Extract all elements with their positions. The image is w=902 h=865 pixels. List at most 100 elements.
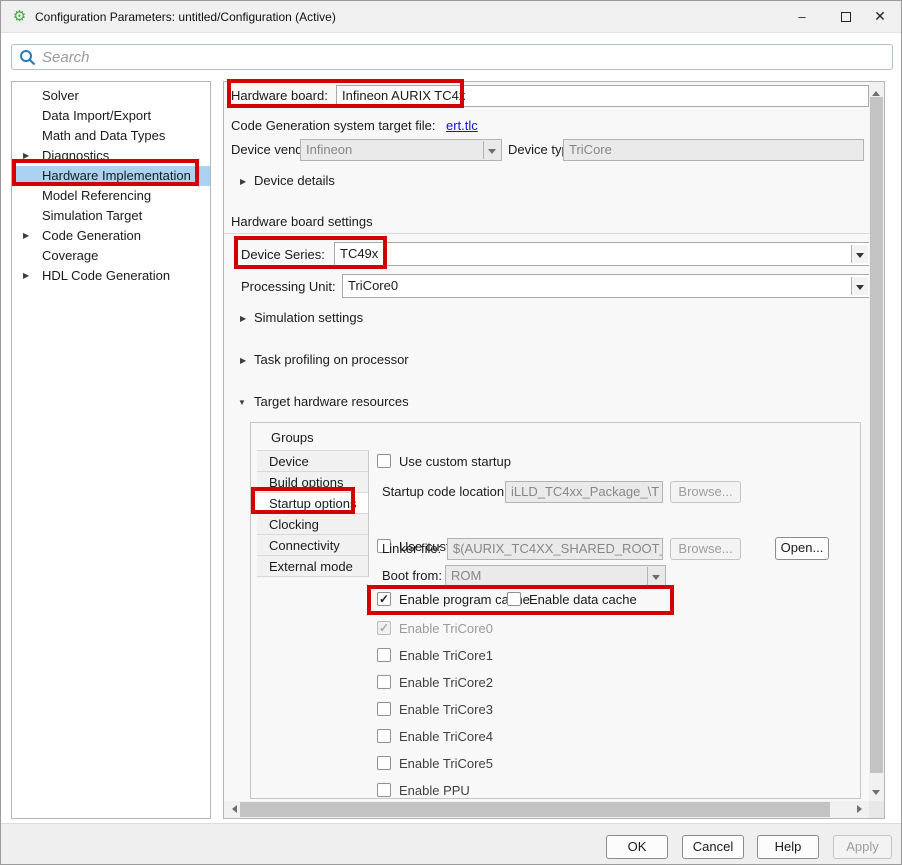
sidebar-item-hdl-code-generation[interactable]: ▶HDL Code Generation bbox=[12, 266, 210, 286]
sidebar-item-label: Code Generation bbox=[42, 226, 141, 246]
ok-button[interactable]: OK bbox=[606, 835, 668, 859]
checkbox-label: Enable TriCore2 bbox=[399, 675, 493, 691]
cancel-button[interactable]: Cancel bbox=[682, 835, 744, 859]
scroll-down-arrow[interactable] bbox=[869, 784, 884, 799]
checkbox-row-enable-tricore2: Enable TriCore2 bbox=[377, 675, 677, 691]
device-type-field: TriCore bbox=[563, 139, 864, 161]
sidebar-item-label: Coverage bbox=[42, 246, 98, 266]
group-item-device[interactable]: Device bbox=[257, 451, 369, 472]
checkbox-label: Enable PPU bbox=[399, 783, 470, 799]
collapse-arrow-icon[interactable]: ▼ bbox=[238, 398, 246, 407]
sidebar-item-label: Solver bbox=[42, 86, 79, 106]
group-item-connectivity[interactable]: Connectivity bbox=[257, 535, 369, 556]
linker-file-field: $(AURIX_TC4XX_SHARED_ROOT_I bbox=[447, 538, 663, 560]
groups-list: DeviceBuild optionsStartup optionsClocki… bbox=[257, 450, 369, 577]
vertical-scrollbar[interactable] bbox=[869, 82, 884, 801]
boot-from-dropdown: ROM bbox=[445, 565, 666, 587]
help-button[interactable]: Help bbox=[757, 835, 819, 859]
sidebar-item-model-referencing[interactable]: Model Referencing bbox=[12, 186, 210, 206]
enable-ppu-checkbox[interactable] bbox=[377, 783, 391, 797]
sidebar-item-label: Diagnostics bbox=[42, 146, 109, 166]
sidebar-item-label: Simulation Target bbox=[42, 206, 142, 226]
expand-arrow-icon[interactable]: ▶ bbox=[240, 356, 246, 365]
configuration-parameters-window: ⚙ Configuration Parameters: untitled/Con… bbox=[0, 0, 902, 865]
simulation-settings-section[interactable]: Simulation settings bbox=[254, 310, 363, 325]
system-target-file-label: Code Generation system target file: bbox=[231, 118, 436, 133]
checkbox-row-enable-tricore4: Enable TriCore4 bbox=[377, 729, 677, 745]
sidebar-item-coverage[interactable]: Coverage bbox=[12, 246, 210, 266]
sidebar-item-simulation-target[interactable]: Simulation Target bbox=[12, 206, 210, 226]
scroll-right-arrow[interactable] bbox=[852, 802, 866, 816]
vertical-scrollbar-thumb[interactable] bbox=[870, 97, 883, 773]
group-item-clocking[interactable]: Clocking bbox=[257, 514, 369, 535]
hardware-board-field[interactable]: Infineon AURIX TC4x bbox=[336, 85, 869, 107]
browse-startup-button: Browse... bbox=[670, 481, 741, 503]
checkbox-row-enable-tricore5: Enable TriCore5 bbox=[377, 756, 677, 772]
processing-unit-label: Processing Unit: bbox=[241, 279, 336, 294]
hardware-board-settings-title: Hardware board settings bbox=[231, 214, 373, 229]
groups-title: Groups bbox=[271, 430, 314, 445]
maximize-button[interactable] bbox=[829, 1, 863, 32]
sidebar-item-hardware-implementation[interactable]: Hardware Implementation bbox=[12, 166, 210, 186]
enable-data-cache-checkbox[interactable] bbox=[507, 592, 521, 606]
group-item-build-options[interactable]: Build options bbox=[257, 472, 369, 493]
chevron-down-icon bbox=[483, 141, 500, 159]
sidebar-item-code-generation[interactable]: ▶ Code Generation bbox=[12, 226, 210, 246]
expand-arrow-icon[interactable]: ▶ bbox=[240, 177, 246, 186]
startup-code-location-field: iLLD_TC4xx_Package_\T bbox=[505, 481, 663, 503]
enable-program-cache-checkbox[interactable] bbox=[377, 592, 391, 606]
minimize-button[interactable]: – bbox=[785, 1, 819, 32]
boot-from-label: Boot from: bbox=[382, 568, 442, 583]
use-custom-startup-checkbox[interactable] bbox=[377, 454, 391, 468]
scroll-up-arrow[interactable] bbox=[869, 82, 884, 97]
expand-arrow-icon[interactable]: ▶ bbox=[23, 266, 35, 286]
processing-unit-dropdown[interactable]: TriCore0 bbox=[342, 274, 870, 298]
ert-tlc-link[interactable]: ert.tlc bbox=[446, 118, 478, 133]
target-hardware-resources-section[interactable]: Target hardware resources bbox=[254, 394, 409, 409]
sidebar-item-data-import-export[interactable]: Data Import/Export bbox=[12, 106, 210, 126]
enable-tricore4-checkbox[interactable] bbox=[377, 729, 391, 743]
enable-tricore2-checkbox[interactable] bbox=[377, 675, 391, 689]
horizontal-scrollbar[interactable] bbox=[224, 801, 869, 818]
group-item-startup-options[interactable]: Startup options bbox=[257, 493, 369, 514]
close-button[interactable]: ✕ bbox=[863, 1, 897, 32]
sidebar-item-math-and-data-types[interactable]: Math and Data Types bbox=[12, 126, 210, 146]
sidebar-item-diagnostics[interactable]: ▶ Diagnostics bbox=[12, 146, 210, 166]
device-details-section[interactable]: Device details bbox=[254, 173, 335, 188]
sidebar-list: SolverData Import/ExportMath and Data Ty… bbox=[12, 86, 210, 286]
open-linker-button[interactable]: Open... bbox=[775, 537, 829, 560]
search-input[interactable] bbox=[42, 46, 882, 68]
device-series-label: Device Series: bbox=[241, 247, 325, 262]
group-item-external-mode[interactable]: External mode bbox=[257, 556, 369, 577]
apply-button: Apply bbox=[833, 835, 892, 859]
checkbox-label: Enable data cache bbox=[529, 592, 637, 608]
expand-arrow-icon[interactable]: ▶ bbox=[240, 314, 246, 323]
expand-arrow-icon[interactable]: ▶ bbox=[23, 146, 35, 166]
checkbox-row-enable-data-cache: Enable data cache bbox=[507, 592, 687, 608]
chevron-down-icon bbox=[647, 567, 664, 585]
sidebar-item-label: Model Referencing bbox=[42, 186, 151, 206]
task-profiling-section[interactable]: Task profiling on processor bbox=[254, 352, 409, 367]
use-custom-startup-row: Use custom startup bbox=[377, 454, 677, 470]
chevron-down-icon[interactable] bbox=[851, 277, 868, 295]
startup-code-location-label: Startup code location: bbox=[382, 484, 508, 499]
horizontal-scrollbar-thumb[interactable] bbox=[240, 802, 830, 817]
enable-tricore5-checkbox[interactable] bbox=[377, 756, 391, 770]
chevron-down-icon[interactable] bbox=[851, 245, 868, 263]
target-hardware-resources-groupbox: Groups DeviceBuild optionsStartup option… bbox=[250, 422, 861, 799]
checkbox-row-enable-ppu: Enable PPU bbox=[377, 783, 677, 799]
sidebar-item-solver[interactable]: Solver bbox=[12, 86, 210, 106]
sidebar: SolverData Import/ExportMath and Data Ty… bbox=[11, 81, 211, 819]
scrollbar-corner bbox=[869, 801, 884, 818]
checkbox-label: Enable TriCore5 bbox=[399, 756, 493, 772]
use-custom-startup-label: Use custom startup bbox=[399, 454, 511, 470]
core-checkbox-list: Enable TriCore0Enable TriCore1Enable Tri… bbox=[377, 621, 677, 810]
expand-arrow-icon[interactable]: ▶ bbox=[23, 226, 35, 246]
scroll-left-arrow[interactable] bbox=[224, 802, 238, 816]
device-series-dropdown[interactable]: TC49x bbox=[334, 242, 870, 266]
enable-tricore3-checkbox[interactable] bbox=[377, 702, 391, 716]
window-title: Configuration Parameters: untitled/Confi… bbox=[35, 10, 336, 24]
search-box[interactable] bbox=[11, 44, 893, 70]
enable-tricore1-checkbox[interactable] bbox=[377, 648, 391, 662]
device-vendor-dropdown: Infineon bbox=[300, 139, 502, 161]
